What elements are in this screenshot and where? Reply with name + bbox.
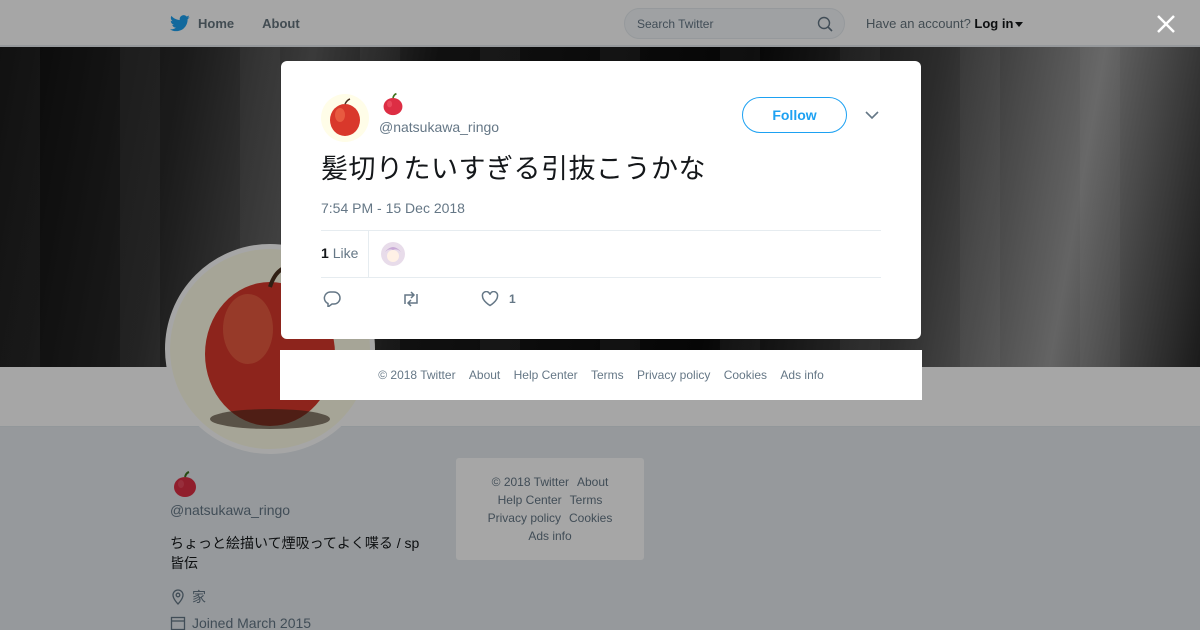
modal-footer: © 2018 Twitter About Help Center Terms P… <box>280 350 922 400</box>
likes-count: 1 <box>321 245 329 261</box>
modal-footer-ads-link[interactable]: Ads info <box>780 368 823 382</box>
retweet-button[interactable] <box>401 291 421 307</box>
apple-emoji-icon[interactable] <box>381 92 405 116</box>
modal-footer-copyright: © 2018 Twitter <box>378 368 456 382</box>
tweet-author-avatar[interactable] <box>321 94 369 142</box>
tweet-modal: @natsukawa_ringo Follow 髪切りたいすぎる引抜こうかな 7… <box>281 61 921 339</box>
likes-label: Like <box>332 245 359 261</box>
modal-footer-terms-link[interactable]: Terms <box>591 368 624 382</box>
like-action-count: 1 <box>509 292 516 306</box>
tweet-stats: 1 Like <box>321 230 881 278</box>
reply-icon <box>323 291 341 307</box>
close-icon[interactable] <box>1154 12 1178 36</box>
tweet-author-handle[interactable]: @natsukawa_ringo <box>379 119 499 135</box>
apple-avatar-image <box>330 98 360 136</box>
tweet-actions: 1 <box>323 290 516 308</box>
reply-button[interactable] <box>323 291 341 307</box>
stats-divider <box>368 231 369 277</box>
likes-stat[interactable]: 1 Like <box>321 245 358 261</box>
tweet-timestamp[interactable]: 7:54 PM - 15 Dec 2018 <box>321 200 465 216</box>
liker-avatar[interactable] <box>381 242 405 266</box>
follow-button[interactable]: Follow <box>742 97 847 133</box>
heart-icon <box>481 291 499 307</box>
retweet-icon <box>404 291 418 307</box>
modal-footer-about-link[interactable]: About <box>469 368 500 382</box>
like-button[interactable]: 1 <box>481 291 516 307</box>
modal-footer-help-link[interactable]: Help Center <box>514 368 578 382</box>
modal-footer-cookies-link[interactable]: Cookies <box>724 368 767 382</box>
liker-avatar-image <box>381 242 405 266</box>
modal-footer-privacy-link[interactable]: Privacy policy <box>637 368 710 382</box>
chevron-down-icon[interactable] <box>864 108 880 122</box>
tweet-text: 髪切りたいすぎる引抜こうかな <box>321 154 706 185</box>
